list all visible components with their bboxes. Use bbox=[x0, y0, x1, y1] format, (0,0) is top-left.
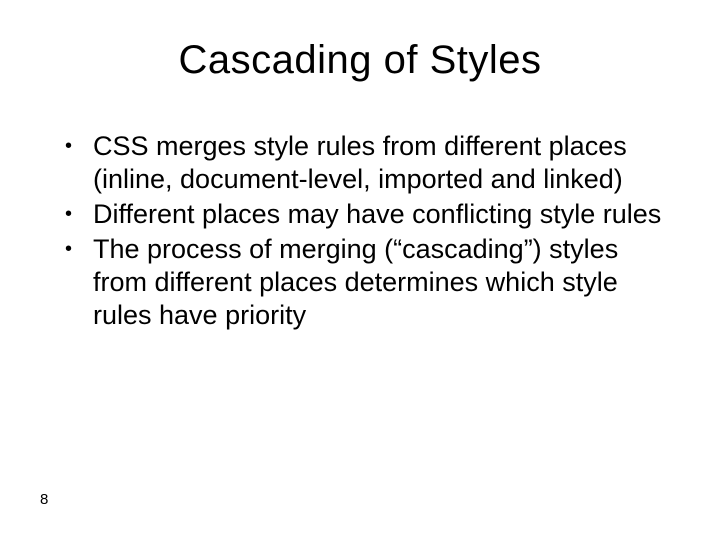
bullet-list: CSS merges style rules from different pl… bbox=[55, 130, 665, 332]
bullet-item: The process of merging (“cascading”) sty… bbox=[55, 233, 665, 332]
bullet-item: CSS merges style rules from different pl… bbox=[55, 130, 665, 196]
slide-body: CSS merges style rules from different pl… bbox=[55, 130, 665, 334]
slide: Cascading of Styles CSS merges style rul… bbox=[0, 0, 720, 540]
page-number: 8 bbox=[40, 491, 48, 508]
bullet-item: Different places may have conflicting st… bbox=[55, 198, 665, 231]
slide-title: Cascading of Styles bbox=[0, 38, 720, 83]
